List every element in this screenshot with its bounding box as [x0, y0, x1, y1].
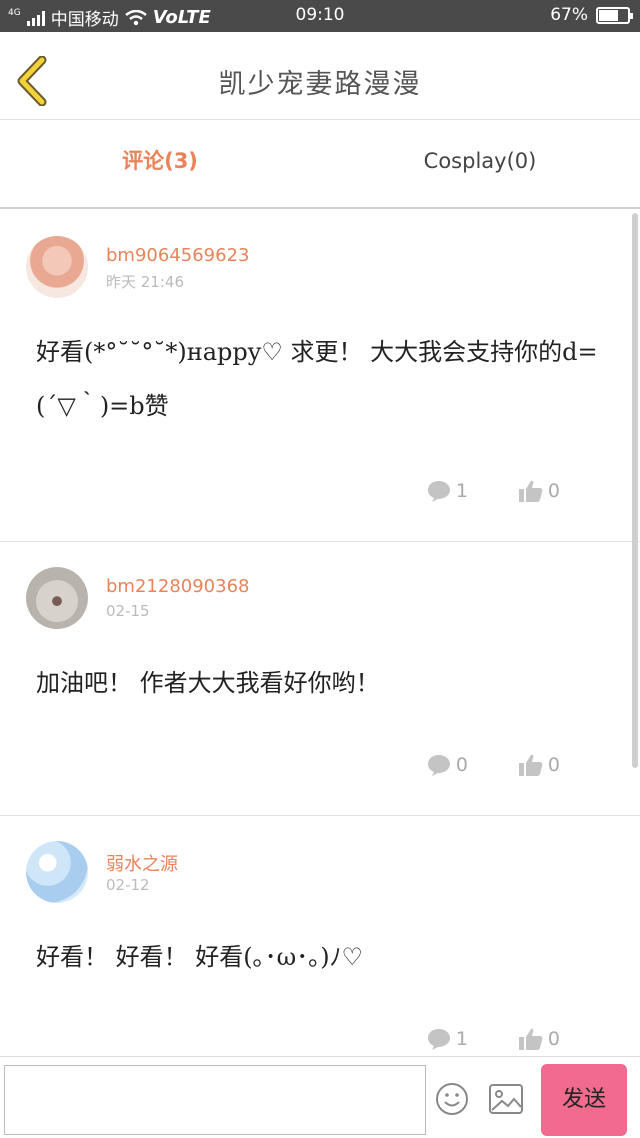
- comment-time: 02-12: [106, 876, 150, 894]
- battery-fill: [599, 9, 618, 21]
- page-title: 凯少宠妻路漫漫: [218, 69, 422, 100]
- avatar[interactable]: [26, 236, 88, 298]
- like-button[interactable]: 0: [518, 1027, 560, 1051]
- like-count: 0: [547, 480, 560, 502]
- comment-text: 好看(*°˘˘°˘*)ʜappy♡ 求更！ 大大我会支持你的d=(´▽｀)=b赞: [36, 338, 598, 420]
- thumbs-up-icon: [518, 1028, 543, 1050]
- comment-text: 好看！ 好看！ 好看(｡･ω･｡)ﾉ♡: [36, 943, 364, 971]
- emoji-icon[interactable]: [434, 1081, 470, 1117]
- reply-button[interactable]: 1: [426, 1027, 468, 1051]
- comment-username[interactable]: bm2128090368: [106, 576, 249, 597]
- comment-bubble-icon: [427, 755, 450, 776]
- header: 凯少宠妻路漫漫: [0, 32, 640, 120]
- tab-cosplay[interactable]: Cosplay(0): [320, 121, 640, 207]
- comment-bubble-icon: [427, 1029, 450, 1050]
- avatar[interactable]: [26, 841, 88, 903]
- comment-time: 02-15: [106, 602, 150, 620]
- tab-comments[interactable]: 评论(3): [0, 121, 320, 207]
- status-bar: 4G 中国移动 VoLTE 09:10 67%: [0, 0, 640, 32]
- comment-item: bm2128090368 02-15 加油吧！ 作者大大我看好你哟！ 0 0: [0, 542, 640, 816]
- reply-count: 0: [455, 754, 468, 776]
- reply-count: 1: [455, 480, 468, 502]
- image-icon[interactable]: [488, 1083, 524, 1115]
- reply-count: 1: [455, 1028, 468, 1050]
- like-count: 0: [547, 754, 560, 776]
- comment-item: bm9064569623 昨天 21:46 好看(*°˘˘°˘*)ʜappy♡ …: [0, 211, 640, 542]
- send-button[interactable]: 发送: [541, 1064, 627, 1136]
- clock: 09:10: [295, 5, 345, 25]
- comment-input-bar: 发送: [0, 1056, 640, 1138]
- thumbs-up-icon: [518, 480, 543, 502]
- comment-list[interactable]: bm9064569623 昨天 21:46 好看(*°˘˘°˘*)ʜappy♡ …: [0, 211, 640, 1056]
- like-button[interactable]: 0: [518, 753, 560, 777]
- reply-button[interactable]: 0: [426, 753, 468, 777]
- scrollbar[interactable]: [632, 213, 638, 768]
- tab-bar: 评论(3) Cosplay(0): [0, 121, 640, 209]
- comment-bubble-icon: [427, 481, 450, 502]
- comment-item: 弱水之源 02-12 好看！ 好看！ 好看(｡･ω･｡)ﾉ♡ 1 0: [0, 816, 640, 1056]
- comment-input[interactable]: [4, 1065, 426, 1135]
- comment-username[interactable]: 弱水之源: [106, 850, 178, 876]
- comment-time: 昨天 21:46: [106, 273, 184, 291]
- like-button[interactable]: 0: [518, 479, 560, 503]
- comment-text: 加油吧！ 作者大大我看好你哟！: [36, 669, 380, 697]
- like-count: 0: [547, 1028, 560, 1050]
- battery-percent: 67%: [550, 5, 588, 25]
- comment-username[interactable]: bm9064569623: [106, 245, 249, 266]
- thumbs-up-icon: [518, 754, 543, 776]
- battery-icon: [596, 6, 633, 24]
- avatar[interactable]: [26, 567, 88, 629]
- reply-button[interactable]: 1: [426, 479, 468, 503]
